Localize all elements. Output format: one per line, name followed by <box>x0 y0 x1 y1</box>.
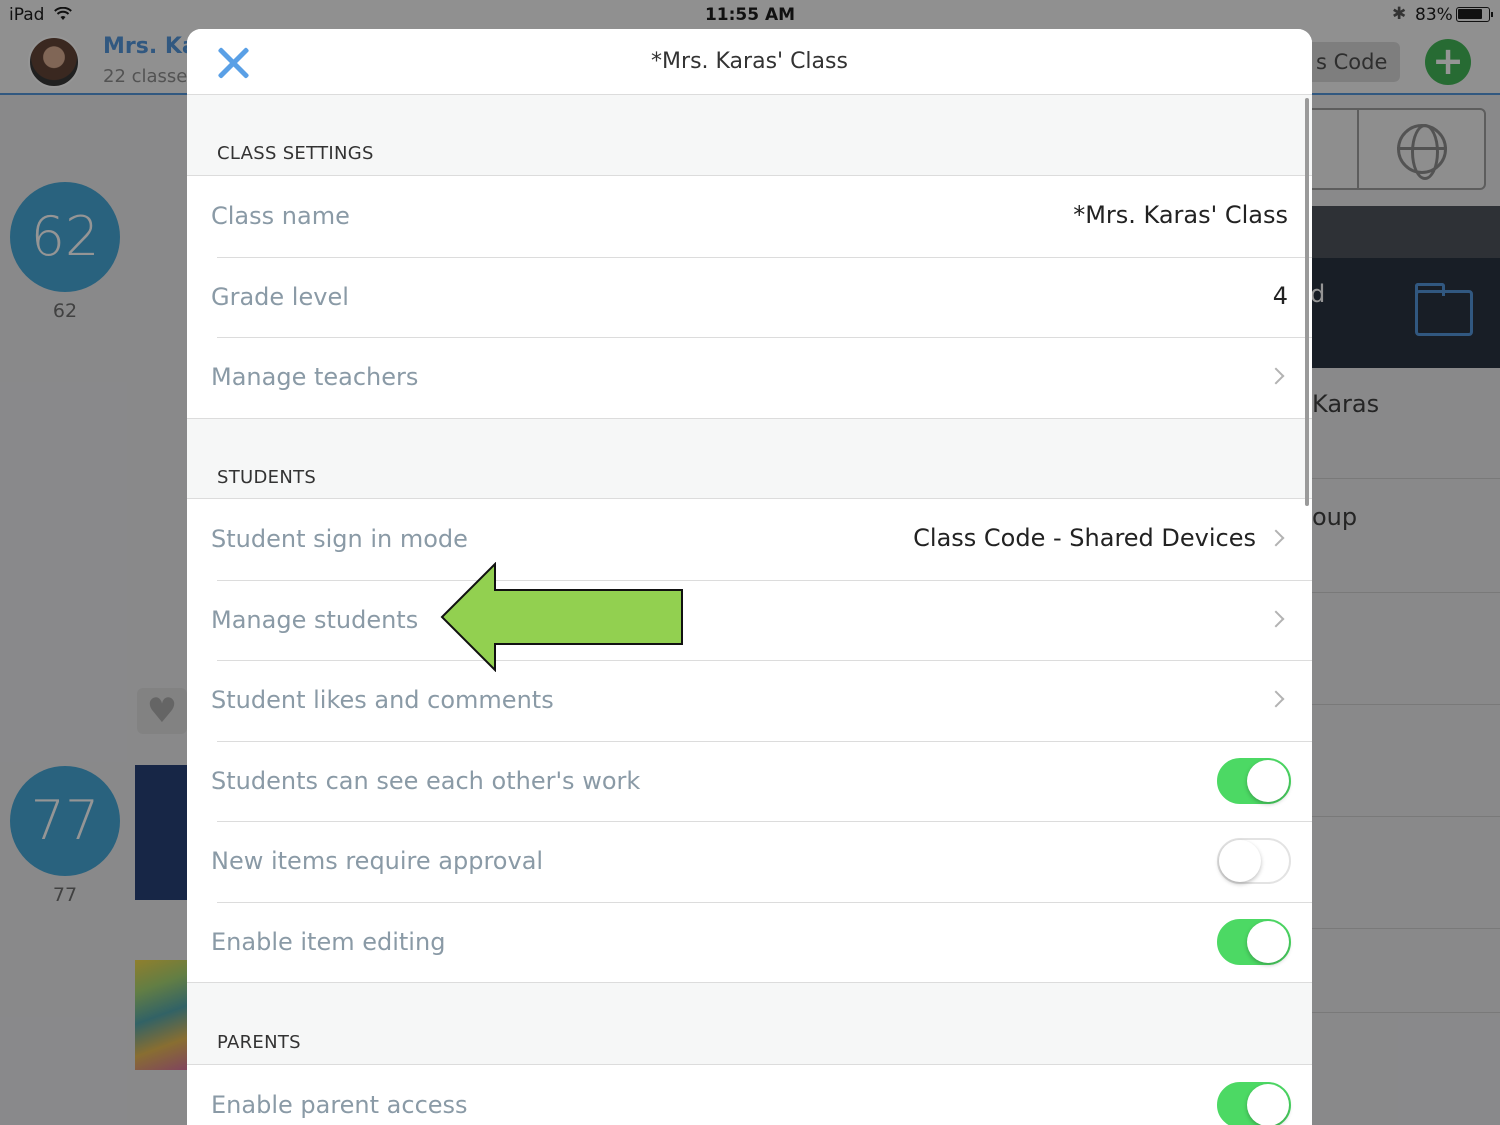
item-editing-label: Enable item editing <box>211 927 446 956</box>
battery-icon <box>1456 7 1493 22</box>
class-settings-group: Class name *Mrs. Karas' Class Grade leve… <box>187 175 1312 419</box>
section-header-class-settings: CLASS SETTINGS <box>217 143 374 164</box>
grade-level-label: Grade level <box>211 282 349 311</box>
close-icon[interactable] <box>214 43 252 81</box>
section-header-students: STUDENTS <box>217 467 317 488</box>
toggle-knob <box>1247 1084 1289 1125</box>
see-each-others-work-label: Students can see each other's work <box>211 766 641 795</box>
manage-students-row[interactable]: Manage students <box>187 579 1312 661</box>
student-sign-in-mode-label: Student sign in mode <box>211 525 468 553</box>
student-likes-comments-label: Student likes and comments <box>211 686 554 714</box>
toggle-knob <box>1247 759 1289 802</box>
class-name-row[interactable]: Class name *Mrs. Karas' Class <box>187 176 1312 257</box>
battery-percent: 83% <box>1415 5 1453 25</box>
parent-access-label: Enable parent access <box>211 1091 468 1119</box>
parent-access-toggle[interactable] <box>1217 1082 1291 1125</box>
see-each-others-work-row: Students can see each other's work <box>187 740 1312 822</box>
status-time: 11:55 AM <box>704 5 796 25</box>
chevron-right-icon <box>1267 367 1285 385</box>
require-approval-row: New items require approval <box>187 821 1312 902</box>
chevron-right-icon <box>1267 690 1285 708</box>
green-arrow-annotation <box>440 562 683 672</box>
grade-level-value[interactable]: 4 <box>1273 257 1288 335</box>
require-approval-label: New items require approval <box>211 847 544 875</box>
manage-teachers-label: Manage teachers <box>211 363 419 391</box>
see-each-others-work-toggle[interactable] <box>1217 757 1291 804</box>
chevron-right-icon <box>1267 529 1285 547</box>
require-approval-toggle[interactable] <box>1217 838 1291 884</box>
chevron-right-icon <box>1267 610 1285 627</box>
parents-group: Enable parent access <box>187 1064 1312 1125</box>
class-name-value[interactable]: *Mrs. Karas' Class <box>1073 176 1288 254</box>
class-name-label: Class name <box>211 202 350 230</box>
student-likes-comments-row[interactable]: Student likes and comments <box>187 660 1312 741</box>
class-settings-modal: *Mrs. Karas' Class CLASS SETTINGS Class … <box>187 29 1312 1125</box>
modal-header: *Mrs. Karas' Class <box>187 29 1312 95</box>
parent-access-row: Enable parent access <box>187 1065 1312 1125</box>
section-header-parents: PARENTS <box>217 1032 301 1053</box>
student-sign-in-mode-value: Class Code - Shared Devices <box>913 524 1256 552</box>
item-editing-toggle[interactable] <box>1217 918 1291 965</box>
toggle-knob <box>1247 920 1289 963</box>
manage-students-label: Manage students <box>211 605 419 634</box>
students-group: Student sign in mode Class Code - Shared… <box>187 498 1312 983</box>
student-sign-in-mode-row[interactable]: Student sign in mode Class Code - Shared… <box>187 499 1312 580</box>
toggle-knob <box>1219 840 1261 882</box>
status-bar: iPad 11:55 AM ✱ 83% <box>0 0 1500 30</box>
scrollbar[interactable] <box>1305 98 1309 506</box>
grade-level-row[interactable]: Grade level 4 <box>187 256 1312 338</box>
bluetooth-icon: ✱ <box>1392 4 1407 24</box>
modal-title: *Mrs. Karas' Class <box>651 49 848 74</box>
item-editing-row: Enable item editing <box>187 901 1312 983</box>
manage-teachers-row[interactable]: Manage teachers <box>187 337 1312 418</box>
